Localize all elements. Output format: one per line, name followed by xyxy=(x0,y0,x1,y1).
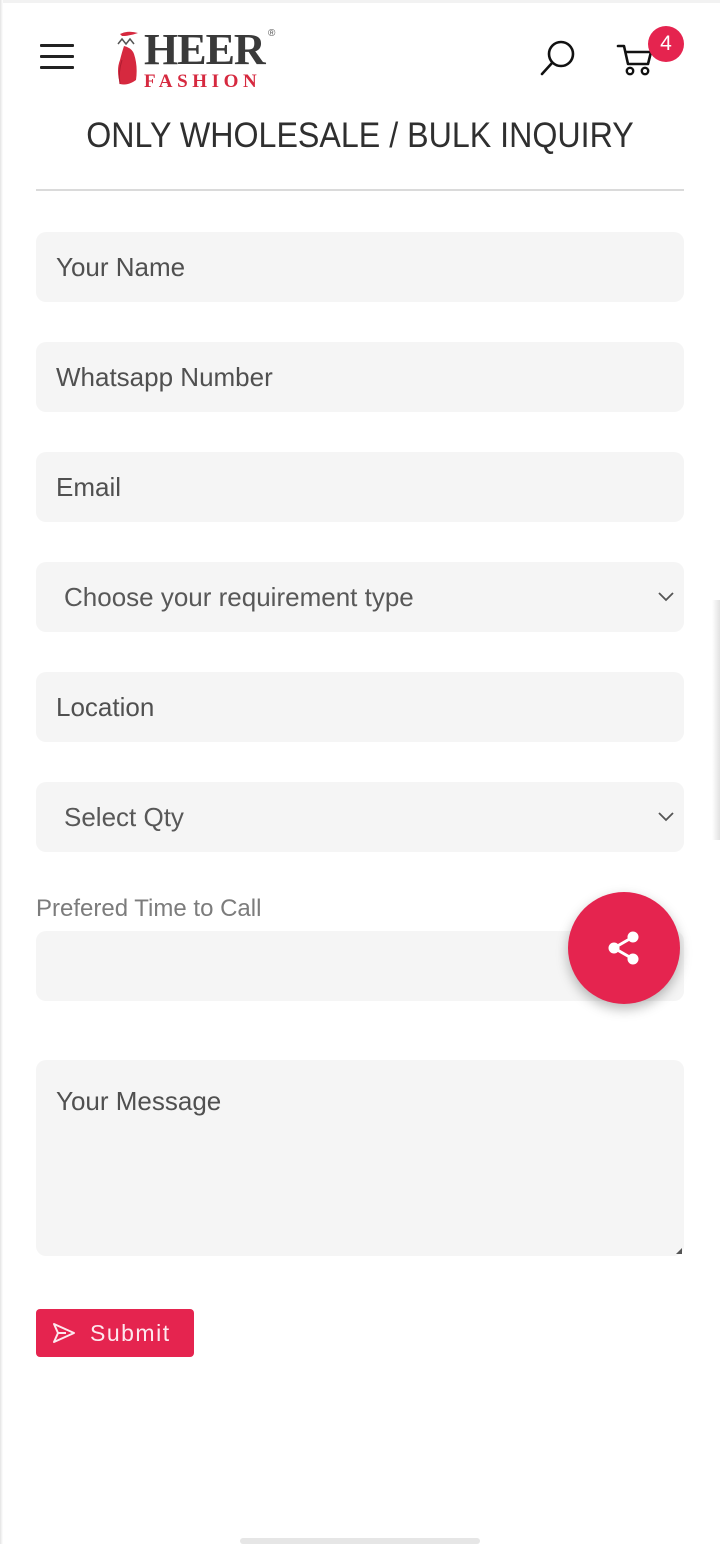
message-textarea[interactable]: Your Message xyxy=(36,1060,684,1256)
brand-name: HEER xyxy=(144,25,266,74)
chevron-down-icon xyxy=(658,592,674,602)
menu-bar xyxy=(40,66,74,69)
location-input[interactable]: Location xyxy=(36,672,684,742)
cart-count-badge: 4 xyxy=(648,26,684,62)
menu-bar xyxy=(40,55,74,58)
page-title: ONLY WHOLESALE / BULK INQUIRY xyxy=(86,116,634,155)
share-button[interactable] xyxy=(568,892,680,1004)
right-edge-shadow xyxy=(712,600,720,840)
resize-handle-icon[interactable] xyxy=(676,1248,682,1254)
registered-mark: ® xyxy=(268,28,276,39)
preferred-time-label: Prefered Time to Call xyxy=(36,895,262,922)
title-divider xyxy=(36,189,684,191)
home-indicator[interactable] xyxy=(240,1538,480,1544)
requirement-type-select[interactable]: Choose your requirement type xyxy=(36,562,684,632)
send-icon xyxy=(53,1323,75,1343)
submit-button[interactable]: Submit xyxy=(36,1309,194,1357)
name-input[interactable]: Your Name xyxy=(36,232,684,302)
location-placeholder: Location xyxy=(56,692,155,722)
email-input[interactable]: Email xyxy=(36,452,684,522)
left-edge xyxy=(0,0,3,1544)
menu-bar xyxy=(40,44,74,47)
submit-label: Submit xyxy=(90,1320,171,1346)
search-icon[interactable] xyxy=(538,38,578,78)
logo-dress-icon xyxy=(117,31,138,85)
brand-logo[interactable]: HEER ® FASHION xyxy=(114,25,284,92)
chevron-down-icon xyxy=(658,812,674,822)
quantity-select[interactable]: Select Qty xyxy=(36,782,684,852)
requirement-type-value: Choose your requirement type xyxy=(64,582,414,612)
name-placeholder: Your Name xyxy=(56,252,186,282)
message-placeholder: Your Message xyxy=(56,1086,222,1116)
whatsapp-placeholder: Whatsapp Number xyxy=(56,362,273,392)
site-header: HEER ® FASHION 4 xyxy=(0,18,720,98)
share-icon xyxy=(608,931,639,965)
quantity-value: Select Qty xyxy=(64,802,184,832)
whatsapp-number-input[interactable]: Whatsapp Number xyxy=(36,342,684,412)
hamburger-menu-icon[interactable] xyxy=(40,44,74,72)
brand-subtitle: FASHION xyxy=(144,71,262,92)
top-edge xyxy=(0,0,720,3)
email-placeholder: Email xyxy=(56,472,122,502)
